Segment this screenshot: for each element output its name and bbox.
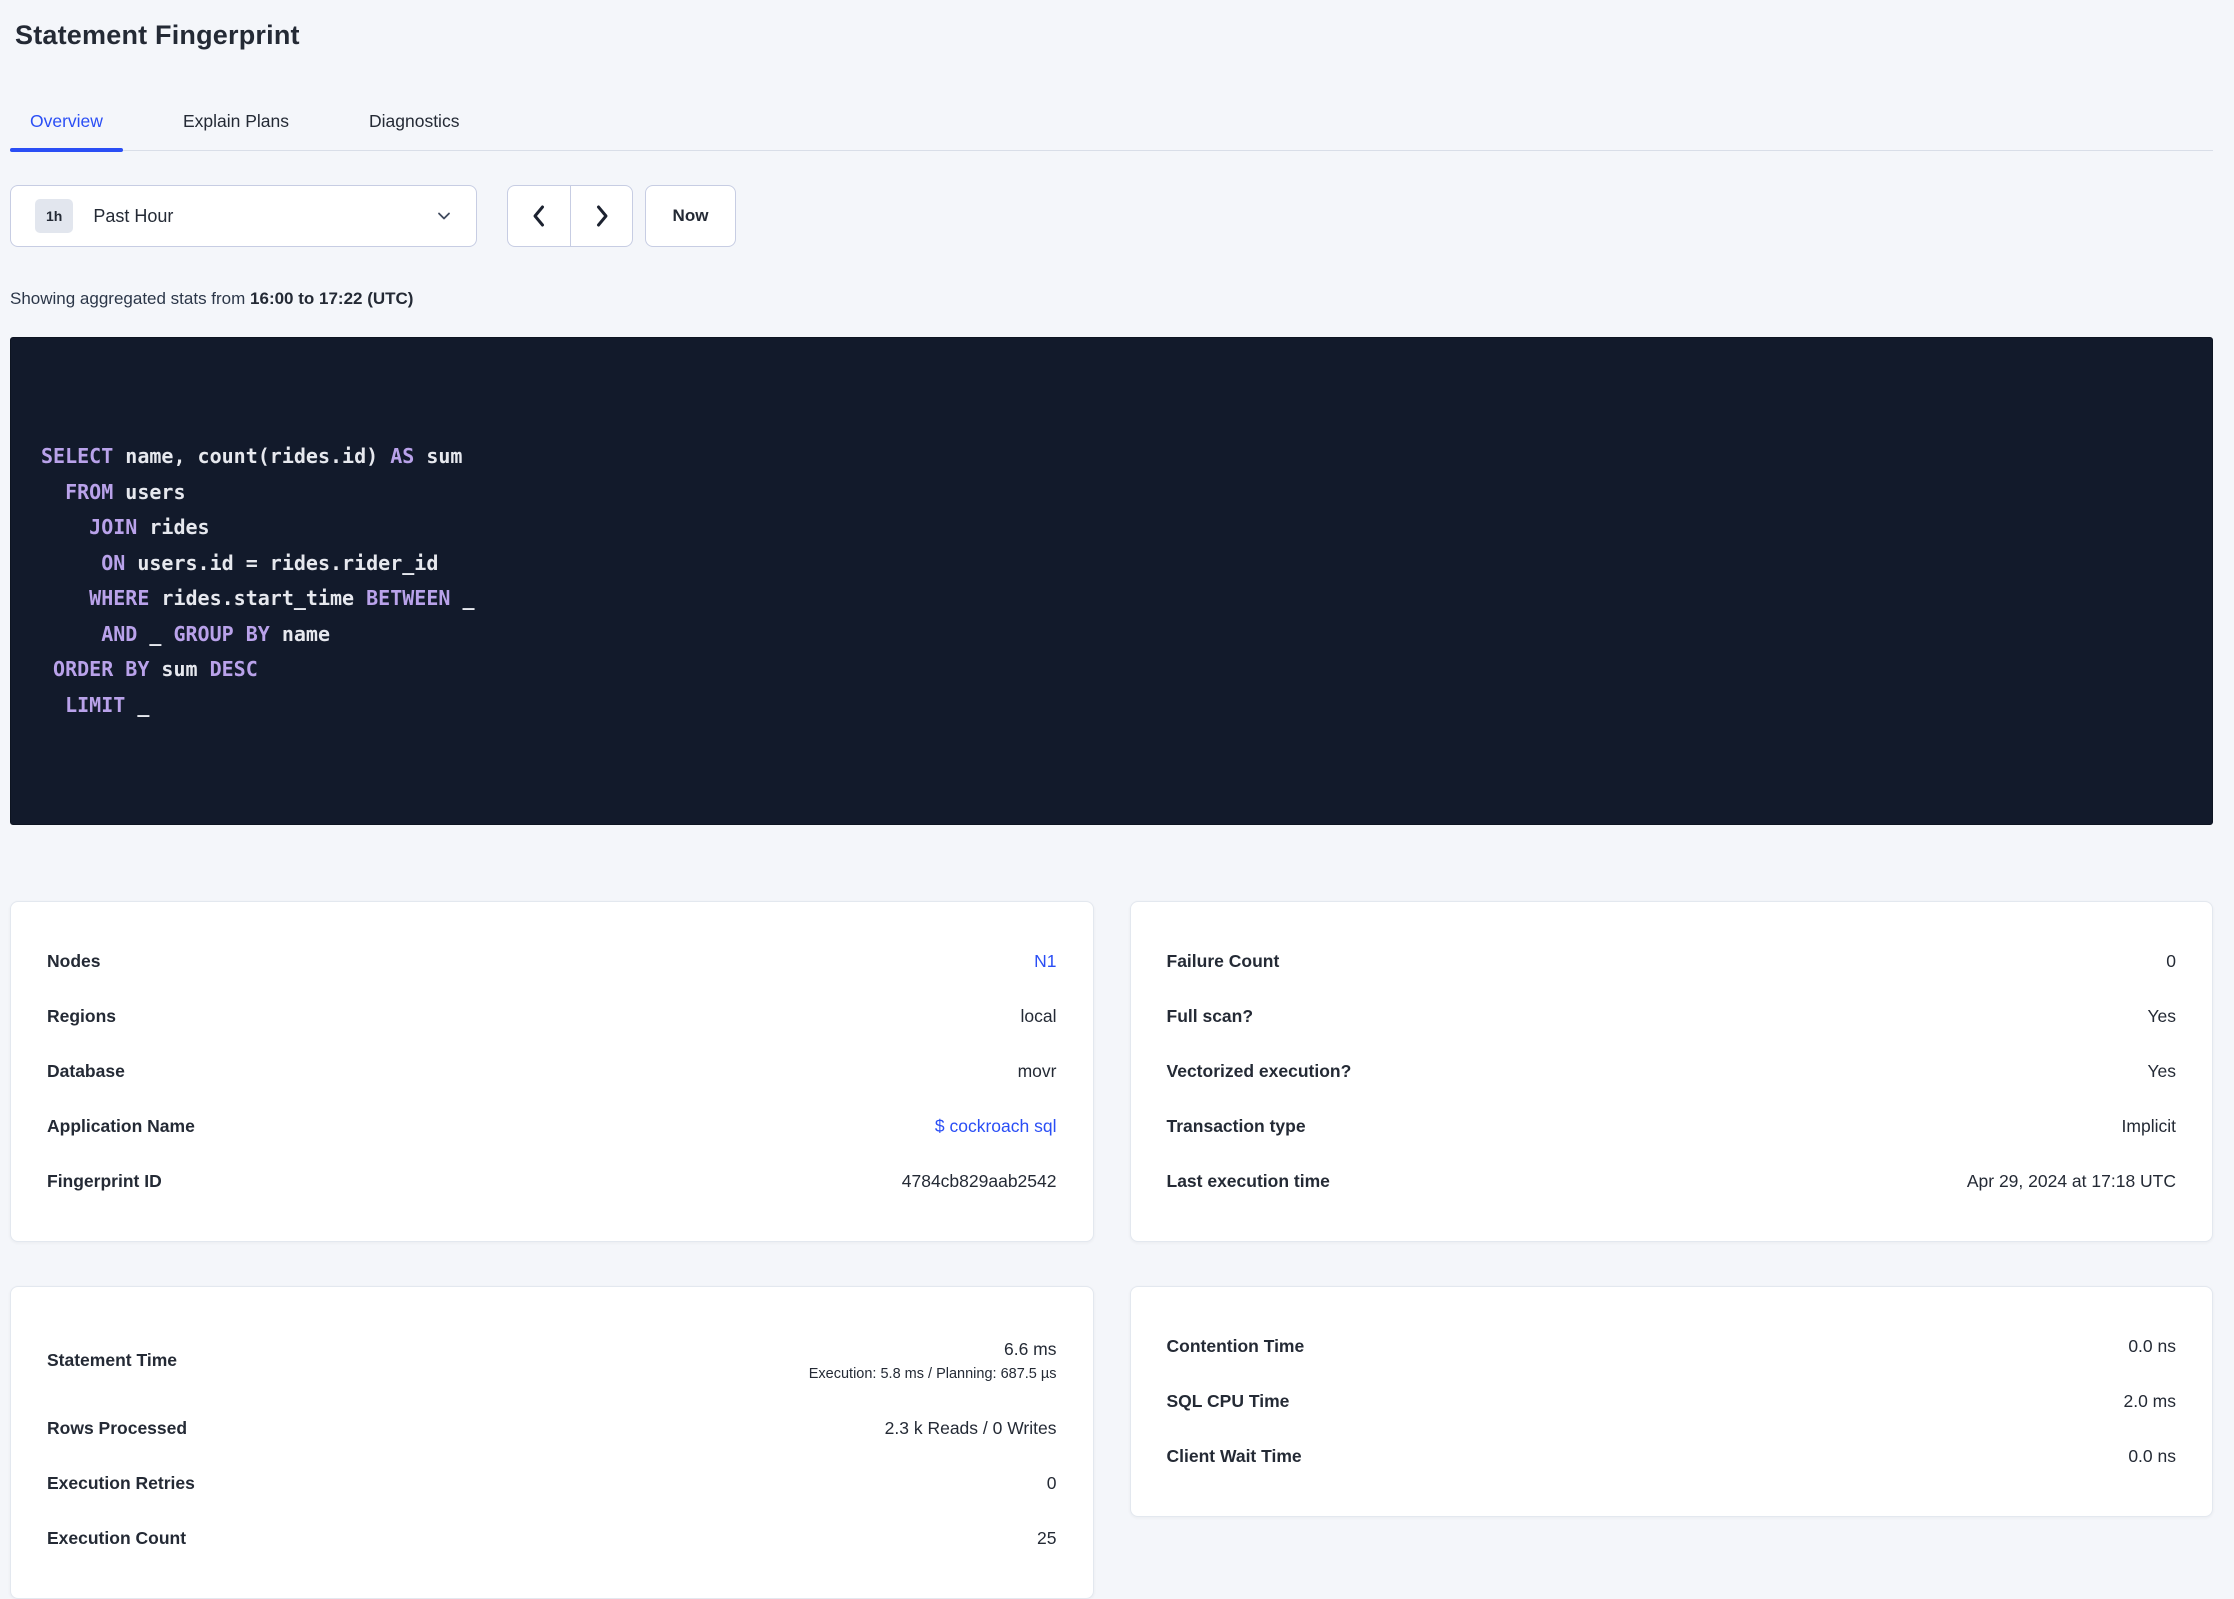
execution-attributes-card: Failure Count 0 Full scan? Yes Vectorize…: [1129, 901, 2213, 1242]
sql-statement-box: SELECT name, count(rides.id) AS sum FROM…: [10, 337, 2213, 825]
sql-cpu-time-value: 2.0 ms: [2123, 1391, 2176, 1411]
database-value: movr: [1017, 1061, 1057, 1081]
sql-line: ORDER BY sum DESC: [53, 657, 258, 681]
statement-details-card: Nodes N1 Regions local Database movr App…: [10, 901, 1094, 1242]
tab-overview[interactable]: Overview: [10, 101, 123, 152]
summary-row: Transaction type Implicit: [1167, 1099, 2177, 1154]
statement-time-label: Statement Time: [47, 1349, 177, 1370]
regions-label: Regions: [47, 1006, 117, 1026]
previous-interval-button[interactable]: [507, 185, 570, 247]
summary-row: Vectorized execution? Yes: [1167, 1044, 2177, 1099]
contention-time-label: Contention Time: [1166, 1336, 1305, 1356]
next-interval-button[interactable]: [570, 185, 633, 247]
tab-diagnostics[interactable]: Diagnostics: [349, 101, 479, 150]
aggregated-stats-caption: Showing aggregated stats from 16:00 to 1…: [10, 289, 2213, 309]
sql-line: LIMIT _: [65, 692, 150, 717]
client-wait-time-label: Client Wait Time: [1166, 1446, 1302, 1466]
time-interval-dropdown[interactable]: 1h Past Hour: [10, 185, 477, 247]
rows-processed-value: 2.3 k Reads / 0 Writes: [884, 1418, 1057, 1438]
tab-explain-plans[interactable]: Explain Plans: [163, 101, 309, 150]
execution-retries-value: 0: [1046, 1473, 1057, 1493]
statement-fingerprint-page: Statement Fingerprint Overview Explain P…: [0, 20, 2234, 1599]
execution-count-value: 25: [1037, 1528, 1057, 1548]
full-scan-value: Yes: [2147, 1006, 2176, 1026]
caption-prefix: Showing aggregated stats from: [10, 289, 251, 308]
client-wait-time-value: 0.0 ns: [2128, 1446, 2176, 1466]
database-label: Database: [47, 1061, 125, 1081]
caption-range: 16:00 to 17:22 (UTC): [250, 289, 414, 308]
transaction-type-value: Implicit: [2121, 1116, 2176, 1136]
sql-line: WHERE rides.start_time BETWEEN _: [89, 586, 475, 610]
sql-line: AND _ GROUP BY name: [101, 621, 331, 646]
summary-row: Statement Time 6.6 ms Execution: 5.8 ms …: [47, 1319, 1057, 1401]
sql-code: SELECT name, count(rides.id) AS sum FROM…: [41, 439, 2182, 723]
sql-line: JOIN rides: [89, 515, 210, 539]
nodes-link[interactable]: N1: [1034, 951, 1056, 972]
sql-cpu-time-label: SQL CPU Time: [1166, 1391, 1290, 1411]
timing-cards-row: Statement Time 6.6 ms Execution: 5.8 ms …: [10, 1286, 2213, 1599]
execution-count-label: Execution Count: [47, 1528, 187, 1548]
wait-timing-card: Contention Time 0.0 ns SQL CPU Time 2.0 …: [1129, 1286, 2213, 1517]
summary-row: Full scan? Yes: [1167, 989, 2177, 1044]
fingerprint-id-label: Fingerprint ID: [47, 1171, 162, 1191]
summary-row: Application Name $ cockroach sql: [47, 1099, 1057, 1154]
vectorized-execution-label: Vectorized execution?: [1166, 1061, 1352, 1081]
fingerprint-id-value: 4784cb829aab2542: [901, 1171, 1057, 1191]
execution-retries-label: Execution Retries: [47, 1473, 195, 1493]
summary-row: Execution Count 25: [47, 1511, 1057, 1566]
details-cards-row: Nodes N1 Regions local Database movr App…: [10, 901, 2213, 1242]
full-scan-label: Full scan?: [1166, 1006, 1254, 1026]
summary-row: Failure Count 0: [1167, 934, 2177, 989]
vectorized-execution-value: Yes: [2147, 1061, 2176, 1081]
application-name-label: Application Name: [47, 1116, 195, 1136]
chevron-down-icon: [438, 212, 450, 220]
chevron-left-icon: [533, 205, 544, 227]
failure-count-label: Failure Count: [1166, 951, 1280, 971]
summary-row: Client Wait Time 0.0 ns: [1167, 1429, 2177, 1484]
time-controls: 1h Past Hour Now: [10, 185, 2213, 247]
page-title: Statement Fingerprint: [15, 20, 300, 50]
application-name-link[interactable]: $ cockroach sql: [935, 1116, 1057, 1137]
time-step-buttons: [507, 185, 633, 247]
failure-count-value: 0: [2166, 951, 2176, 971]
summary-row: Fingerprint ID 4784cb829aab2542: [47, 1154, 1057, 1209]
nodes-label: Nodes: [47, 951, 101, 971]
sql-line: SELECT name, count(rides.id) AS sum: [41, 444, 463, 468]
statement-timing-card: Statement Time 6.6 ms Execution: 5.8 ms …: [10, 1286, 1094, 1599]
summary-row: Nodes N1: [47, 934, 1057, 989]
contention-time-value: 0.0 ns: [2128, 1336, 2176, 1356]
interval-label: Past Hour: [93, 205, 174, 226]
summary-row: SQL CPU Time 2.0 ms: [1167, 1374, 2177, 1429]
transaction-type-label: Transaction type: [1166, 1116, 1306, 1136]
regions-value: local: [1020, 1006, 1057, 1026]
rows-processed-label: Rows Processed: [47, 1418, 188, 1438]
interval-badge: 1h: [35, 199, 74, 233]
tab-bar: Overview Explain Plans Diagnostics: [10, 101, 2213, 152]
last-execution-time-label: Last execution time: [1166, 1171, 1330, 1191]
summary-row: Last execution time Apr 29, 2024 at 17:1…: [1167, 1154, 2177, 1209]
summary-row: Database movr: [47, 1044, 1057, 1099]
statement-time-value: 6.6 ms: [1003, 1338, 1057, 1359]
chevron-right-icon: [596, 205, 607, 227]
summary-row: Regions local: [47, 989, 1057, 1044]
summary-row: Execution Retries 0: [47, 1456, 1057, 1511]
statement-time-breakdown: Execution: 5.8 ms / Planning: 687.5 µs: [808, 1365, 1057, 1382]
summary-row: Contention Time 0.0 ns: [1167, 1319, 2177, 1374]
sql-line: ON users.id = rides.rider_id: [101, 550, 439, 575]
now-button[interactable]: Now: [645, 185, 736, 247]
summary-row: Rows Processed 2.3 k Reads / 0 Writes: [47, 1401, 1057, 1456]
last-execution-time-value: Apr 29, 2024 at 17:18 UTC: [1966, 1171, 2176, 1191]
sql-line: FROM users: [65, 479, 186, 504]
